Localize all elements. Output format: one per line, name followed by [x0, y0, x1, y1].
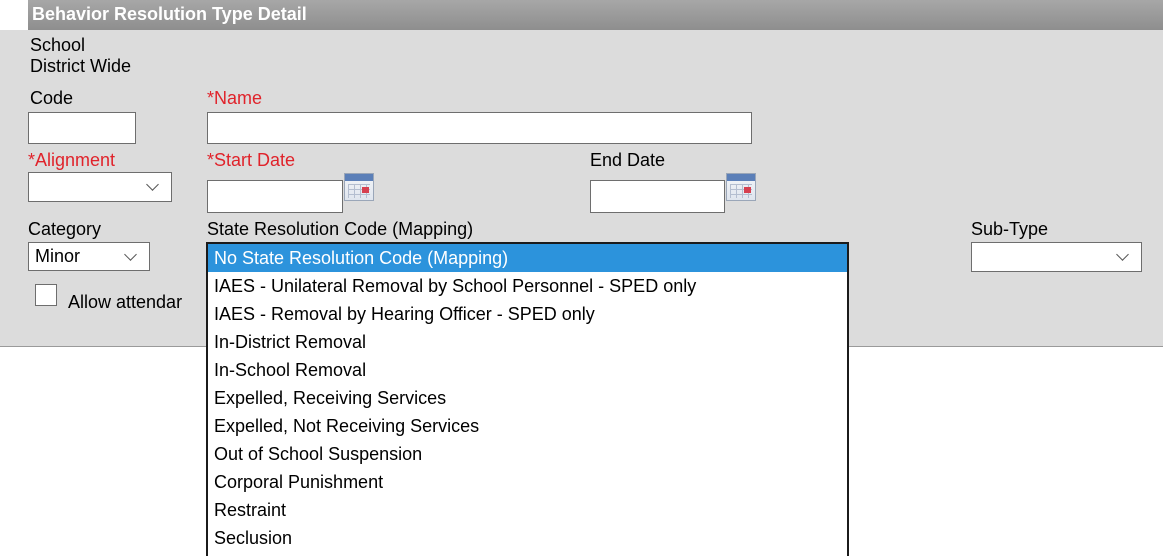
allow-attendance-checkbox[interactable] — [35, 284, 57, 306]
category-select[interactable]: Minor — [28, 242, 150, 271]
dropdown-option[interactable]: Expelled, Receiving Services — [208, 384, 847, 412]
panel-title: Behavior Resolution Type Detail — [28, 0, 1163, 30]
district-wide-label: District Wide — [30, 56, 132, 76]
code-label: Code — [30, 88, 74, 108]
sub-type-label: Sub-Type — [971, 219, 1049, 239]
dropdown-option[interactable]: No State Resolution Code (Mapping) — [208, 244, 847, 272]
dropdown-option[interactable]: Restraint — [208, 496, 847, 524]
chevron-down-icon — [124, 248, 137, 261]
header-spacer — [0, 0, 28, 30]
calendar-icon[interactable] — [344, 173, 374, 201]
dropdown-option[interactable]: IAES - Unilateral Removal by School Pers… — [208, 272, 847, 300]
school-label: School — [30, 35, 86, 55]
name-input[interactable] — [207, 112, 752, 144]
state-resolution-code-dropdown[interactable]: No State Resolution Code (Mapping) IAES -… — [206, 242, 849, 556]
state-resolution-code-label: State Resolution Code (Mapping) — [207, 219, 474, 239]
chevron-down-icon — [1116, 248, 1129, 261]
dropdown-options: No State Resolution Code (Mapping) IAES -… — [208, 244, 847, 552]
dropdown-option[interactable]: In-School Removal — [208, 356, 847, 384]
dropdown-option[interactable]: Out of School Suspension — [208, 440, 847, 468]
end-date-input[interactable] — [590, 180, 725, 213]
sub-type-select[interactable] — [971, 242, 1142, 272]
category-label: Category — [28, 219, 102, 239]
dropdown-option[interactable]: Corporal Punishment — [208, 468, 847, 496]
calendar-icon[interactable] — [726, 173, 756, 201]
code-input[interactable] — [28, 112, 136, 144]
dropdown-option[interactable]: In-District Removal — [208, 328, 847, 356]
alignment-select[interactable] — [28, 172, 172, 202]
category-value: Minor — [35, 246, 81, 266]
dropdown-option[interactable]: Seclusion — [208, 524, 847, 552]
alignment-label: *Alignment — [28, 150, 116, 170]
start-date-input[interactable] — [207, 180, 343, 213]
dropdown-option[interactable]: Expelled, Not Receiving Services — [208, 412, 847, 440]
allow-attendance-label: Allow attendar — [68, 292, 183, 312]
chevron-down-icon — [146, 178, 159, 191]
end-date-label: End Date — [590, 150, 666, 170]
start-date-label: *Start Date — [207, 150, 296, 170]
name-label: *Name — [207, 88, 263, 108]
dropdown-option[interactable]: IAES - Removal by Hearing Officer - SPED… — [208, 300, 847, 328]
